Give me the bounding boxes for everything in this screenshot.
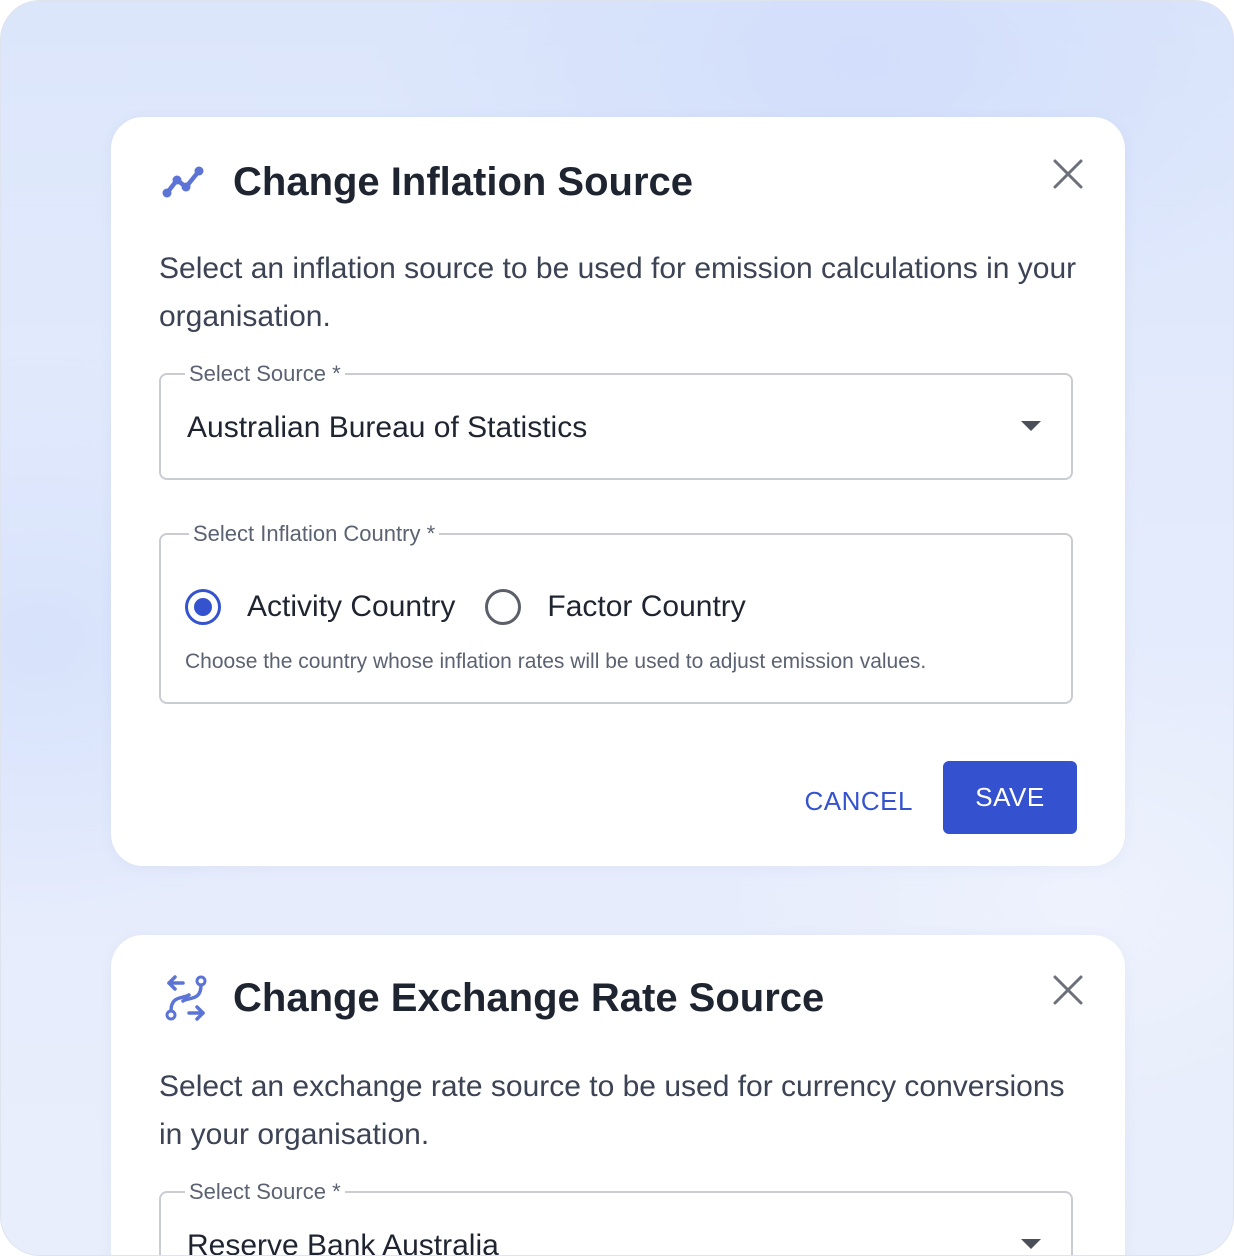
group-label: Select Inflation Country *: [189, 519, 440, 549]
caret-down-icon: [1021, 1239, 1041, 1249]
radio-label: Activity Country: [247, 590, 456, 623]
cancel-button[interactable]: CANCEL: [805, 781, 913, 821]
selected-value: Reserve Bank Australia: [187, 1229, 499, 1256]
dialog-title: Change Inflation Source: [233, 160, 694, 204]
radio-factor-country[interactable]: Factor Country: [485, 587, 746, 627]
select-source-dropdown[interactable]: Select Source * Australian Bureau of Sta…: [159, 359, 1073, 480]
close-icon[interactable]: [1051, 973, 1085, 1007]
exchange-arrows-icon: [165, 975, 207, 1021]
save-button[interactable]: SAVE: [943, 761, 1077, 834]
radio-group: Activity Country Factor Country: [185, 585, 776, 629]
inflation-dialog: Change Inflation Source Select an inflat…: [111, 117, 1125, 866]
close-icon[interactable]: [1051, 157, 1085, 191]
caret-down-icon: [1021, 421, 1041, 431]
page-background: Change Inflation Source Select an inflat…: [0, 0, 1234, 1256]
select-source-dropdown[interactable]: Select Source * Reserve Bank Australia: [159, 1177, 1073, 1256]
inflation-country-group: Select Inflation Country * Activity Coun…: [159, 519, 1073, 704]
radio-checked-icon[interactable]: [185, 589, 221, 625]
field-label: Select Source *: [185, 1177, 345, 1207]
dialog-description: Select an exchange rate source to be use…: [159, 1070, 1065, 1151]
dialog-description: Select an inflation source to be used fo…: [159, 252, 1077, 333]
helper-text: Choose the country whose inflation rates…: [185, 650, 927, 673]
radio-activity-country[interactable]: Activity Country: [185, 587, 455, 627]
trend-line-icon: [162, 166, 204, 198]
exchange-rate-dialog: Change Exchange Rate Source Select an ex…: [111, 935, 1125, 1256]
radio-label: Factor Country: [547, 590, 746, 623]
field-label: Select Source *: [185, 359, 345, 389]
selected-value: Australian Bureau of Statistics: [187, 411, 588, 444]
radio-unchecked-icon[interactable]: [485, 589, 522, 625]
dialog-title: Change Exchange Rate Source: [233, 976, 825, 1020]
